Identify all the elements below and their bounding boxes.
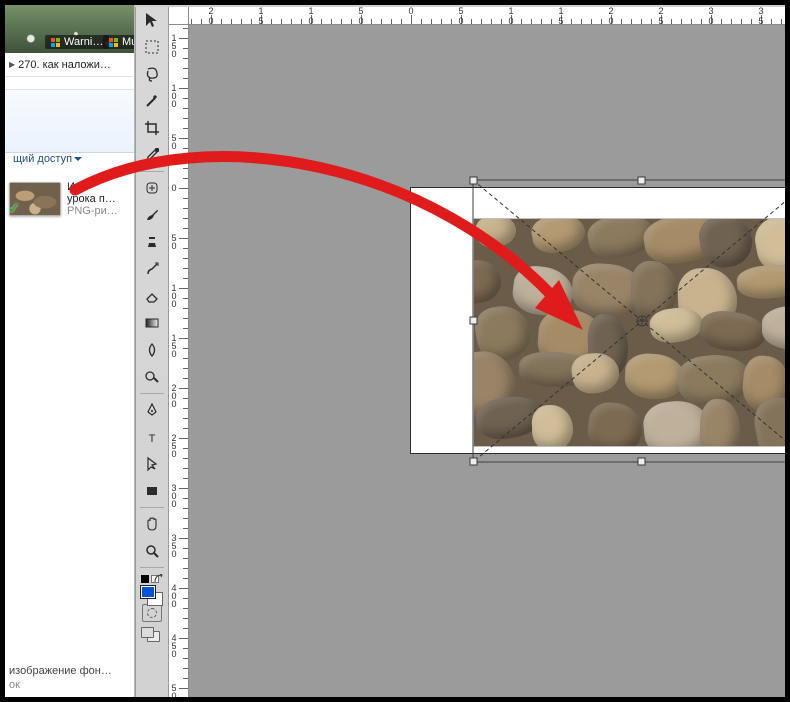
swap-colors-icon[interactable]: [154, 574, 164, 584]
window-tab[interactable]: Warni…: [45, 35, 109, 49]
file-meta: И… урока п… PNG-ри…: [67, 181, 132, 217]
breadcrumb[interactable]: ▶ 270. как наложи…: [5, 53, 134, 77]
pen-tool[interactable]: [139, 397, 165, 423]
history-brush-tool[interactable]: [139, 256, 165, 282]
ruler-origin[interactable]: [169, 5, 189, 25]
file-type: PNG-ри…: [67, 205, 132, 217]
marquee-tool[interactable]: [139, 34, 165, 60]
explorer-toolbar: щий доступ: [5, 89, 134, 153]
file-item[interactable]: ✓ И… урока п… PNG-ри…: [9, 177, 132, 221]
breadcrumb-arrow-icon: ▶: [9, 60, 15, 69]
hand-tool[interactable]: [139, 511, 165, 537]
transform-box[interactable]: [469, 176, 785, 466]
blur-tool[interactable]: [139, 337, 165, 363]
share-dropdown-button[interactable]: щий доступ: [7, 148, 86, 170]
window-tab[interactable]: Multi…: [103, 35, 134, 49]
status-bar: изображение фон… ок: [9, 665, 132, 691]
gradient-tool[interactable]: [139, 310, 165, 336]
clone-stamp-tool[interactable]: [139, 229, 165, 255]
windows-icon: [109, 38, 118, 47]
lasso-tool[interactable]: [139, 61, 165, 87]
dodge-tool[interactable]: [139, 364, 165, 390]
photoshop-toolbox: T: [135, 5, 169, 697]
document-area: 20015010050050100150200250300350400 1501…: [169, 5, 785, 697]
foreground-color[interactable]: [140, 585, 156, 599]
file-thumbnail: ✓: [9, 182, 61, 216]
color-swatches[interactable]: [139, 573, 165, 601]
screen-mode-button[interactable]: [141, 627, 163, 645]
window-tab-label: Multi…: [122, 36, 134, 48]
default-colors-icon[interactable]: [141, 575, 149, 583]
file-explorer-panel: Warni… Multi… ▶ 270. как наложи… щий дос…: [5, 5, 135, 697]
vertical-ruler[interactable]: 15010050050100150200250300350400450500: [169, 25, 189, 697]
svg-text:T: T: [149, 433, 156, 445]
horizontal-ruler[interactable]: 20015010050050100150200250300350400: [189, 5, 785, 25]
windows-icon: [51, 38, 60, 47]
rectangle-shape-tool[interactable]: [139, 478, 165, 504]
status-text: изображение фон…: [9, 665, 132, 677]
zoom-tool[interactable]: [139, 538, 165, 564]
magic-wand-tool[interactable]: [139, 88, 165, 114]
path-select-tool[interactable]: [139, 451, 165, 477]
canvas-workspace[interactable]: [189, 25, 785, 697]
eraser-tool[interactable]: [139, 283, 165, 309]
eyedropper-tool[interactable]: [139, 142, 165, 168]
type-tool[interactable]: T: [139, 424, 165, 450]
share-button-label: щий доступ: [13, 153, 72, 165]
breadcrumb-label: 270. как наложи…: [18, 59, 111, 71]
file-name: урока п…: [67, 193, 132, 205]
window-tab-label: Warni…: [64, 36, 103, 48]
move-tool[interactable]: [139, 7, 165, 33]
healing-brush-tool[interactable]: [139, 175, 165, 201]
status-text: ок: [9, 679, 132, 691]
crop-tool[interactable]: [139, 115, 165, 141]
explorer-header-image: Warni… Multi…: [5, 5, 134, 53]
file-name: И…: [67, 181, 132, 193]
checkmark-icon: ✓: [9, 200, 20, 216]
brush-tool[interactable]: [139, 202, 165, 228]
quick-mask-button[interactable]: [142, 604, 162, 622]
